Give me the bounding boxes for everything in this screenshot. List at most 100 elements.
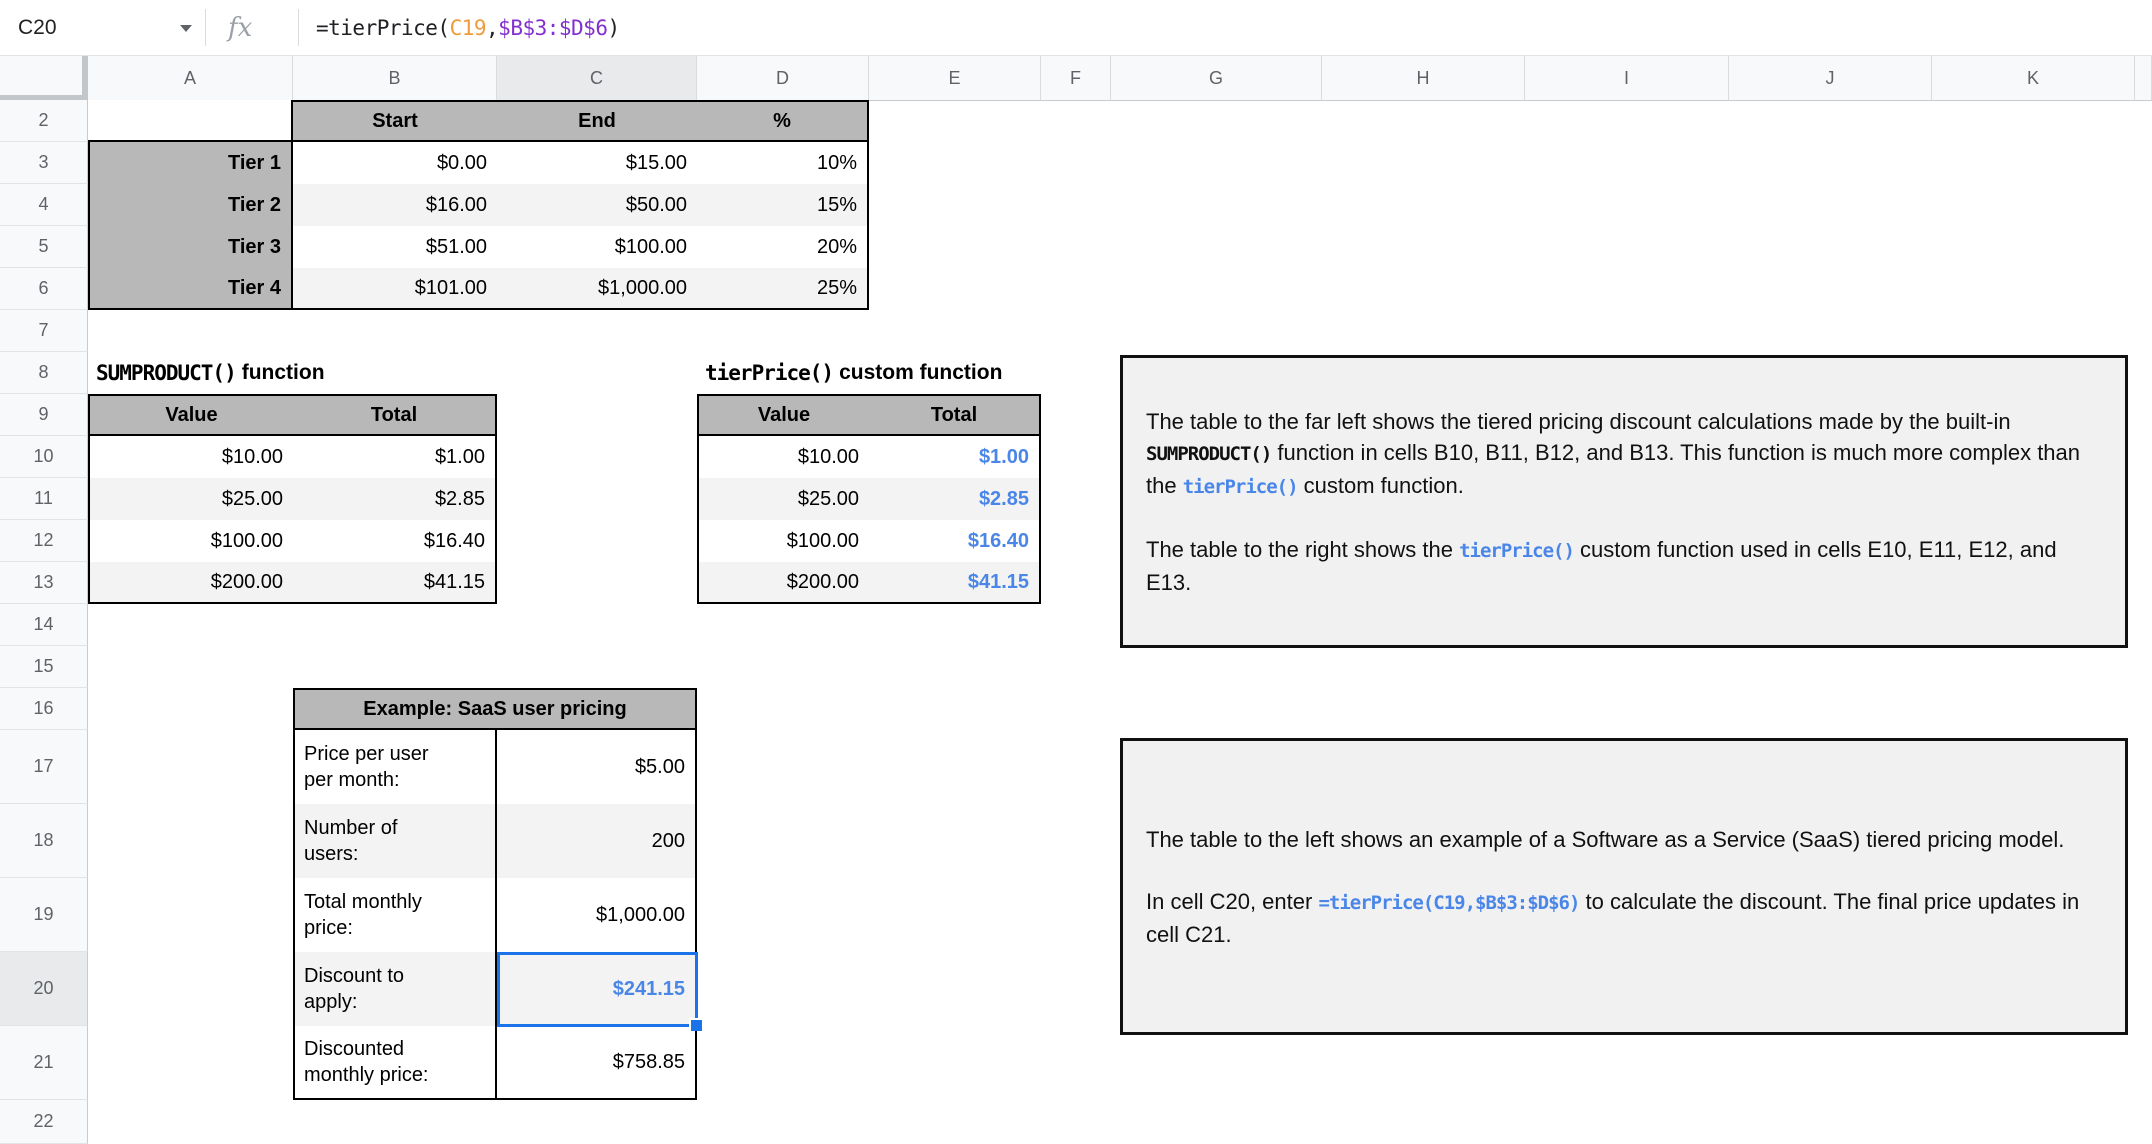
column-header-G[interactable]: G [1111,56,1322,101]
cell-B3[interactable]: $0.00 [293,142,497,184]
cell-A11[interactable]: $25.00 [88,478,293,520]
column-header-J[interactable]: J [1729,56,1932,101]
cell-A5[interactable]: Tier 3 [88,226,293,268]
row-header-7[interactable]: 7 [0,310,88,352]
column-header-F[interactable]: F [1041,56,1111,101]
row-header-14[interactable]: 14 [0,604,88,646]
cell-D13[interactable]: $200.00 [697,562,869,604]
cell-A4[interactable]: Tier 2 [88,184,293,226]
row-header-21[interactable]: 21 [0,1026,88,1100]
cell-B12[interactable]: $16.40 [293,520,497,562]
row-header-4[interactable]: 4 [0,184,88,226]
cell-D2[interactable]: % [697,100,869,142]
row-header-16[interactable]: 16 [0,688,88,730]
column-header-B[interactable]: B [293,56,497,101]
cell-A10[interactable]: $10.00 [88,436,293,478]
cell-E10[interactable]: $1.00 [869,436,1041,478]
chevron-down-icon[interactable] [180,25,192,32]
select-all-corner[interactable] [0,56,88,101]
cell-B10[interactable]: $1.00 [293,436,497,478]
sumproduct-title[interactable]: SUMPRODUCT() function [96,352,325,394]
cell-D5[interactable]: 20% [697,226,869,268]
note-box-saas[interactable]: The table to the left shows an example o… [1120,738,2128,1035]
cell-D4[interactable]: 15% [697,184,869,226]
cell-E13[interactable]: $41.15 [869,562,1041,604]
tierprice-title-rest: custom function [839,361,1003,384]
row-header-13[interactable]: 13 [0,562,88,604]
cell-E9[interactable]: Total [869,394,1041,436]
sumproduct-table: Value Total $10.00 $1.00 $25.00 $2.85 $100.00 $… [88,394,497,604]
code-span: SUMPRODUCT() [1146,442,1272,465]
cell-B21[interactable]: Discounted monthly price: [293,1026,497,1100]
cell-A2[interactable] [88,100,293,142]
row-header-8[interactable]: 8 [0,352,88,394]
cell-D3[interactable]: 10% [697,142,869,184]
cell-B2[interactable]: Start [293,100,497,142]
row-header-9[interactable]: 9 [0,394,88,436]
cell-D10[interactable]: $10.00 [697,436,869,478]
row-header-18[interactable]: 18 [0,804,88,878]
note-paragraph: The table to the right shows the tierPri… [1146,534,2102,598]
row-header-6[interactable]: 6 [0,268,88,310]
cell-C3[interactable]: $15.00 [497,142,697,184]
code-span: tierPrice() [1182,475,1299,498]
cell-C18[interactable]: 200 [497,804,697,878]
column-header-partial[interactable] [2135,56,2152,101]
column-header-C[interactable]: C [497,56,697,101]
cell-E12[interactable]: $16.40 [869,520,1041,562]
note-box-functions[interactable]: The table to the far left shows the tier… [1120,355,2128,648]
cell-B19[interactable]: Total monthly price: [293,878,497,952]
cell-B6[interactable]: $101.00 [293,268,497,310]
text-span: In cell C20, enter [1146,888,1319,914]
cell-B9[interactable]: Total [293,394,497,436]
cell-C2[interactable]: End [497,100,697,142]
cell-C4[interactable]: $50.00 [497,184,697,226]
name-box[interactable]: C20 [0,0,205,55]
cell-B5[interactable]: $51.00 [293,226,497,268]
row-header-22[interactable]: 22 [0,1100,88,1144]
column-header-H[interactable]: H [1322,56,1525,101]
row-header-15[interactable]: 15 [0,646,88,688]
cell-B4[interactable]: $16.00 [293,184,497,226]
row-header-3[interactable]: 3 [0,142,88,184]
cell-D11[interactable]: $25.00 [697,478,869,520]
cell-E11[interactable]: $2.85 [869,478,1041,520]
cell-C5[interactable]: $100.00 [497,226,697,268]
column-header-D[interactable]: D [697,56,869,101]
cell-B17[interactable]: Price per user per month: [293,730,497,804]
cell-A6[interactable]: Tier 4 [88,268,293,310]
row-header-12[interactable]: 12 [0,520,88,562]
cell-C20[interactable]: $241.15 [497,952,697,1026]
cell-A3[interactable]: Tier 1 [88,142,293,184]
cell-C19[interactable]: $1,000.00 [497,878,697,952]
column-header-E[interactable]: E [869,56,1041,101]
row-header-17[interactable]: 17 [0,730,88,804]
row-header-5[interactable]: 5 [0,226,88,268]
cell-C17[interactable]: $5.00 [497,730,697,804]
cell-B18[interactable]: Number of users: [293,804,497,878]
column-header-A[interactable]: A [88,56,293,101]
cell-B16-merged-title[interactable]: Example: SaaS user pricing [293,688,697,730]
cell-B11[interactable]: $2.85 [293,478,497,520]
formula-part: C19 [449,15,487,40]
cell-D6[interactable]: 25% [697,268,869,310]
cell-D9[interactable]: Value [697,394,869,436]
cell-D12[interactable]: $100.00 [697,520,869,562]
code-span: tierPrice() [1459,539,1575,562]
row-header-20[interactable]: 20 [0,952,88,1026]
cell-C6[interactable]: $1,000.00 [497,268,697,310]
cell-A13[interactable]: $200.00 [88,562,293,604]
cell-B13[interactable]: $41.15 [293,562,497,604]
row-header-19[interactable]: 19 [0,878,88,952]
cell-A9[interactable]: Value [88,394,293,436]
cell-B20[interactable]: Discount to apply: [293,952,497,1026]
cell-A12[interactable]: $100.00 [88,520,293,562]
row-header-10[interactable]: 10 [0,436,88,478]
row-header-11[interactable]: 11 [0,478,88,520]
cell-C21[interactable]: $758.85 [497,1026,697,1100]
column-header-K[interactable]: K [1932,56,2135,101]
row-header-2[interactable]: 2 [0,100,88,142]
tierprice-title[interactable]: tierPrice() custom function [705,352,1002,394]
formula-input[interactable]: =tierPrice(C19, $B$3:$D$6) [316,0,620,55]
column-header-I[interactable]: I [1525,56,1729,101]
